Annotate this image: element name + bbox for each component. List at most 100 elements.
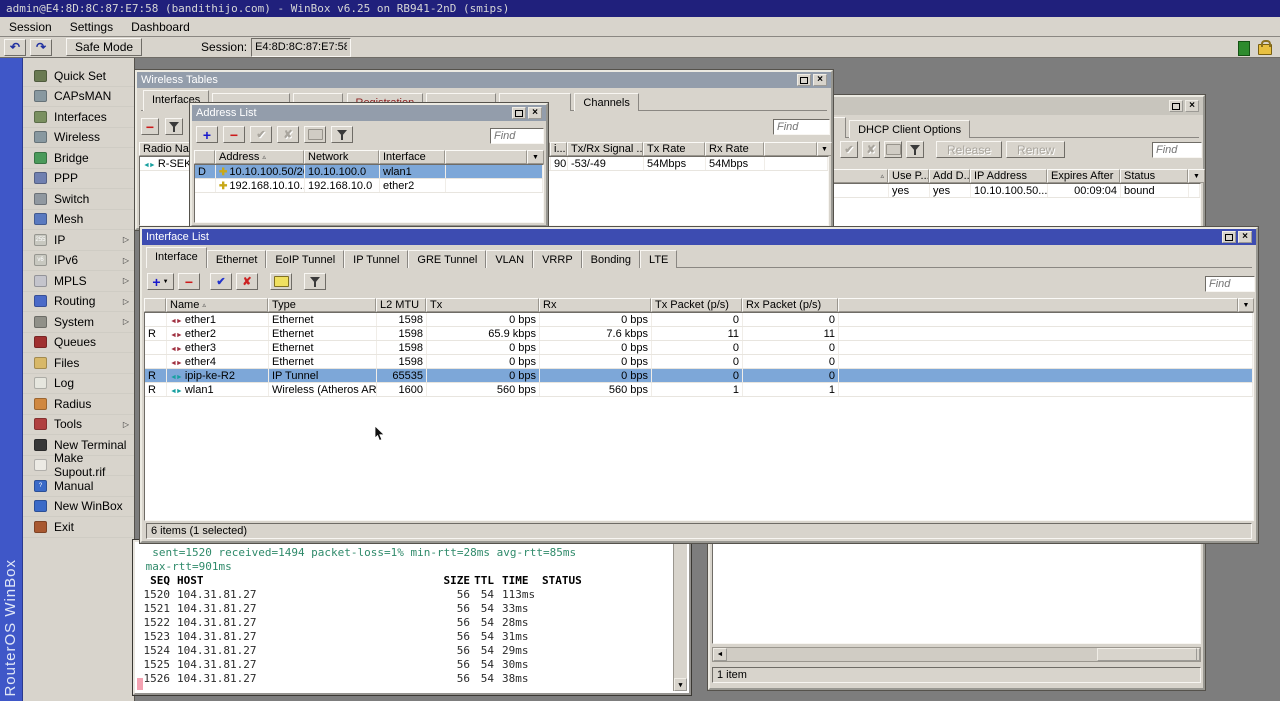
col-rx[interactable]: Rx — [539, 298, 651, 312]
disable-button[interactable]: ✘ — [277, 126, 299, 143]
address-row[interactable]: ✚192.168.10.10... 192.168.10.0 ether2 — [195, 179, 543, 193]
sidebar-item[interactable]: 255 IP — [23, 230, 134, 251]
address-list-window[interactable]: Address List × + − ✔ ✘ Address▵ Network … — [190, 103, 548, 227]
column-select-icon[interactable]: ▼ — [1238, 298, 1254, 312]
tab-channels[interactable]: Channels — [574, 93, 638, 111]
undo-button[interactable]: ↶ — [4, 39, 26, 56]
release-button[interactable]: Release — [936, 141, 1002, 158]
sidebar-item[interactable]: MPLS — [23, 271, 134, 292]
enable-button[interactable]: ✔ — [840, 141, 858, 158]
wireless-window-titlebar[interactable]: Wireless Tables × — [137, 72, 831, 88]
sidebar-item[interactable]: Log — [23, 374, 134, 395]
col-status[interactable]: Status — [1120, 169, 1188, 183]
remove-button[interactable]: − — [223, 126, 245, 143]
col-signal[interactable]: Tx/Rx Signal ... — [567, 142, 643, 156]
interface-tab[interactable]: Interface — [146, 247, 207, 268]
tab-dhcp-client-options[interactable]: DHCP Client Options — [849, 120, 970, 138]
col-rx-rate[interactable]: Rx Rate — [705, 142, 764, 156]
col-i[interactable]: i... — [550, 142, 567, 156]
col-tx-rate[interactable]: Tx Rate — [643, 142, 705, 156]
col-l2mtu[interactable]: L2 MTU — [376, 298, 426, 312]
interface-row[interactable]: R ◄►ipip-ke-R2 IP Tunnel 65535 0 bps 0 b… — [145, 369, 1253, 383]
maximize-icon[interactable] — [1222, 231, 1236, 243]
col-type[interactable]: Type — [268, 298, 376, 312]
scroll-left-icon[interactable]: ◄ — [713, 648, 727, 661]
interface-row[interactable]: ◄►ether1 Ethernet 1598 0 bps 0 bps 0 0 — [145, 313, 1253, 327]
interface-row[interactable]: R ◄►wlan1 Wireless (Atheros AR... 1600 5… — [145, 383, 1253, 397]
sidebar-item[interactable]: Mesh — [23, 210, 134, 231]
filter-button[interactable] — [304, 273, 326, 290]
filter-button[interactable] — [331, 126, 353, 143]
interface-tab[interactable]: Bonding — [582, 250, 640, 268]
sidebar-item[interactable]: Tools — [23, 415, 134, 436]
maximize-icon[interactable] — [512, 107, 526, 119]
terminal-window[interactable]: sent=1520 received=1494 packet-loss=1% m… — [133, 540, 691, 695]
column-select-icon[interactable]: ▼ — [817, 142, 832, 156]
menu-item[interactable]: Dashboard — [122, 17, 199, 36]
col-tx[interactable]: Tx — [426, 298, 539, 312]
window-titlebar[interactable]: admin@E4:8D:8C:87:E7:58 (bandithijo.com)… — [0, 0, 1280, 17]
sidebar-item[interactable]: Wireless — [23, 128, 134, 149]
interface-row[interactable]: R ◄►ether2 Ethernet 1598 65.9 kbps 7.6 k… — [145, 327, 1253, 341]
sidebar-item[interactable]: v6 IPv6 — [23, 251, 134, 272]
scroll-down-icon[interactable]: ▼ — [674, 678, 687, 691]
interface-find-input[interactable] — [1205, 276, 1255, 292]
col-interface[interactable]: Interface — [379, 150, 445, 164]
col-tx-packet[interactable]: Tx Packet (p/s) — [651, 298, 742, 312]
col-add-default[interactable]: Add D... — [929, 169, 970, 183]
sidebar-item[interactable]: Bridge — [23, 148, 134, 169]
enable-button[interactable]: ✔ — [210, 273, 232, 290]
sidebar-item[interactable]: Make Supout.rif — [23, 456, 134, 477]
add-button[interactable]: +▼ — [147, 273, 174, 290]
col-network[interactable]: Network — [304, 150, 379, 164]
column-select-icon[interactable]: ▼ — [1188, 169, 1205, 183]
col-name[interactable]: Name▵ — [166, 298, 268, 312]
interface-tab[interactable]: IP Tunnel — [344, 250, 408, 268]
sidebar-item[interactable]: Switch — [23, 189, 134, 210]
comment-button[interactable] — [304, 126, 326, 143]
add-button[interactable]: + — [196, 126, 218, 143]
terminal-scrollbar[interactable]: ▼ — [673, 544, 687, 691]
maximize-icon[interactable] — [797, 74, 811, 86]
sidebar-item[interactable]: System — [23, 312, 134, 333]
sidebar-item[interactable]: Exit — [23, 517, 134, 538]
maximize-icon[interactable] — [1169, 100, 1183, 112]
disable-button[interactable]: ✘ — [236, 273, 258, 290]
menu-item[interactable]: Settings — [61, 17, 122, 36]
menu-item[interactable]: Session — [0, 17, 61, 36]
col-use-peer[interactable]: Use P... — [888, 169, 929, 183]
sidebar-item[interactable]: Files — [23, 353, 134, 374]
interface-list-window[interactable]: Interface List × InterfaceEthernetEoIP T… — [140, 227, 1258, 543]
enable-button[interactable]: ✔ — [250, 126, 272, 143]
session-field[interactable] — [251, 38, 351, 57]
renew-button[interactable]: Renew — [1006, 141, 1065, 158]
close-icon[interactable]: × — [1185, 100, 1199, 112]
interface-tab[interactable]: Ethernet — [207, 250, 267, 268]
col-rx-packet[interactable]: Rx Packet (p/s) — [742, 298, 838, 312]
address-row[interactable]: D ✚10.10.100.50/26 10.10.100.0 wlan1 — [195, 165, 543, 179]
sidebar-item[interactable]: CAPsMAN — [23, 87, 134, 108]
remove-button[interactable]: − — [141, 118, 159, 135]
redo-button[interactable]: ↷ — [30, 39, 52, 56]
disable-button[interactable]: ✘ — [862, 141, 880, 158]
sidebar-item[interactable]: New WinBox — [23, 497, 134, 518]
horizontal-scrollbar[interactable]: ◄ ► — [712, 647, 1201, 662]
interface-tab[interactable]: LTE — [640, 250, 677, 268]
close-icon[interactable]: × — [813, 74, 827, 86]
sidebar-item[interactable]: ? Manual — [23, 476, 134, 497]
sidebar-item[interactable]: PPP — [23, 169, 134, 190]
comment-button[interactable] — [884, 141, 902, 158]
interface-row[interactable]: ◄►ether3 Ethernet 1598 0 bps 0 bps 0 0 — [145, 341, 1253, 355]
address-find-input[interactable] — [490, 128, 544, 144]
col-expires[interactable]: Expires After — [1047, 169, 1120, 183]
col-address[interactable]: Address▵ — [215, 150, 304, 164]
filter-button[interactable] — [906, 141, 924, 158]
safe-mode-button[interactable]: Safe Mode — [66, 38, 142, 56]
remove-button[interactable]: − — [178, 273, 200, 290]
sidebar-item[interactable]: Interfaces — [23, 107, 134, 128]
interface-window-titlebar[interactable]: Interface List × — [142, 229, 1256, 245]
sidebar-item[interactable]: Routing — [23, 292, 134, 313]
filter-button[interactable] — [165, 118, 183, 135]
scroll-thumb[interactable] — [1097, 648, 1197, 661]
col-ip-address[interactable]: IP Address — [970, 169, 1047, 183]
